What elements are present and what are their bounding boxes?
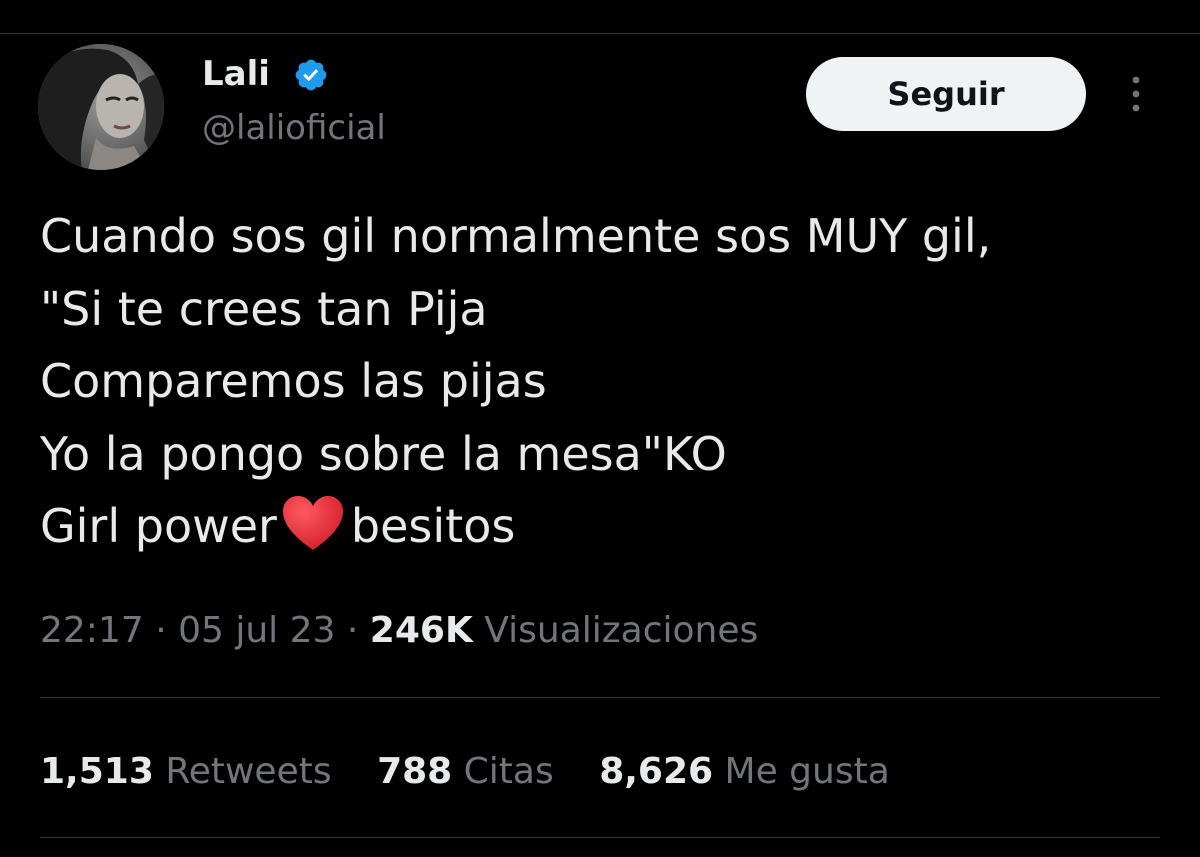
tweet-line: Comparemos las pijas: [40, 354, 547, 408]
tweet-line: "Si te crees tan Pija: [40, 281, 488, 336]
meta-separator: ·: [346, 610, 359, 651]
tweet-date[interactable]: 05 jul 23: [178, 610, 335, 651]
views-label: Visualizaciones: [484, 610, 759, 651]
avatar[interactable]: [38, 44, 164, 170]
avatar-image: [38, 44, 164, 170]
verified-badge-icon: [295, 59, 327, 91]
retweets-label: Retweets: [165, 751, 332, 792]
retweets-count: 1,513: [40, 751, 154, 792]
tweet-text: Cuando sos gil normalmente sos MUY gil, …: [40, 200, 1160, 563]
tweet-line: Cuando sos gil normalmente sos MUY gil,: [40, 209, 992, 263]
quotes-count: 788: [377, 751, 453, 792]
tweet-text-girl-power: Girl power: [40, 499, 277, 553]
top-divider: [0, 33, 1200, 34]
author-display-name[interactable]: Lali: [202, 54, 270, 94]
divider: [40, 697, 1160, 698]
red-heart-icon: [282, 496, 343, 550]
engagement-stats: 1,513 Retweets 788 Citas 8,626 Me gusta: [40, 745, 924, 799]
likes-stat[interactable]: 8,626 Me gusta: [599, 751, 890, 792]
likes-count: 8,626: [599, 751, 714, 792]
follow-button[interactable]: Seguir: [806, 57, 1086, 131]
meta-separator: ·: [155, 610, 167, 651]
retweets-stat[interactable]: 1,513 Retweets: [40, 751, 332, 792]
tweet-time[interactable]: 22:17: [40, 610, 144, 651]
tweet-meta: 22:17 · 05 jul 23 · 246K Visualizaciones: [40, 606, 758, 656]
more-vertical-icon[interactable]: [1124, 74, 1148, 114]
tweet-line-last: Girl power besitos: [40, 490, 1160, 563]
views-count: 246K: [369, 610, 473, 651]
tweet-line: Yo la pongo sobre la mesa"KO: [40, 426, 727, 481]
likes-label: Me gusta: [724, 751, 890, 792]
quotes-label: Citas: [463, 751, 554, 792]
quotes-stat[interactable]: 788 Citas: [377, 751, 554, 792]
divider: [40, 837, 1160, 838]
author-handle[interactable]: @lalioficial: [202, 106, 386, 150]
tweet-text-besitos: besitos: [350, 499, 516, 553]
